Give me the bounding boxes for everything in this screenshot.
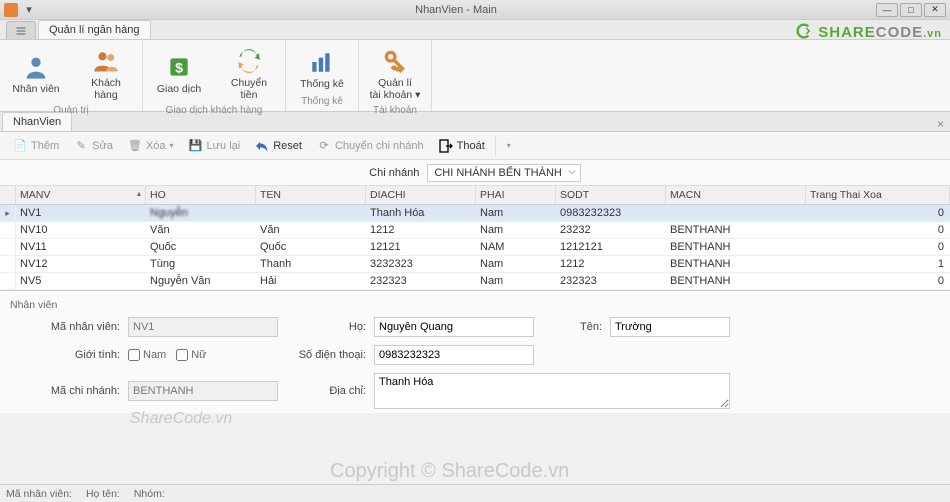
app-icon	[4, 3, 18, 17]
ribbon-group-thongke: Thống kê Thống kê	[286, 40, 359, 111]
branch-combo[interactable]: CHI NHÁNH BẾN THÀNH	[427, 164, 581, 182]
lbl-manv: Mã nhân viên:	[10, 321, 120, 333]
col-ten[interactable]: TEN	[256, 186, 366, 204]
svg-text:$: $	[175, 59, 183, 75]
add-icon: 📄	[12, 138, 28, 154]
chart-icon	[307, 47, 337, 77]
transfer-icon	[234, 46, 264, 76]
lbl-ten: Tên:	[542, 321, 602, 333]
status-hoten: Họ tên:	[86, 488, 120, 500]
ribbon-thongke[interactable]: Thống kê	[294, 44, 350, 94]
branch-label: Chi nhánh	[369, 167, 419, 179]
person-icon	[21, 52, 51, 82]
toolbar: 📄Thêm ✎Sửa 🗑Xóa▾ 💾Lưu lại Reset ⟳Chuyển …	[0, 132, 950, 160]
doc-tab-close[interactable]: ×	[937, 117, 944, 131]
file-tab[interactable]	[6, 21, 36, 39]
btn-thoat-drop[interactable]: ▾	[500, 138, 517, 153]
cb-nam-wrap[interactable]: Nam	[128, 349, 166, 361]
btn-chuyencn[interactable]: ⟳Chuyển chi nhánh	[310, 135, 430, 157]
exit-icon	[438, 138, 454, 154]
ribbon-tab-main[interactable]: Quản lí ngân hàng	[38, 20, 151, 39]
status-nhom: Nhóm:	[134, 488, 165, 500]
key-icon	[380, 46, 410, 76]
lbl-diachi: Địa chỉ:	[286, 385, 366, 397]
ribbon-group-taikhoan: Quản lí tài khoản ▾ Tài khoản	[359, 40, 432, 111]
grid-header: MANV HO TEN DIACHI PHAI SODT MACN Trang …	[0, 186, 950, 205]
ribbon-khachhang[interactable]: Khách hàng	[78, 44, 134, 103]
qat-dropdown[interactable]: ▾	[22, 3, 36, 17]
lbl-ho: Họ:	[286, 321, 366, 333]
field-manv[interactable]	[128, 317, 278, 337]
ribbon-qltaikhoan[interactable]: Quản lí tài khoản ▾	[367, 44, 423, 103]
table-row[interactable]: NV10VănVăn1212Nam23232BENTHANH0	[0, 222, 950, 239]
ribbon: Nhân viên Khách hàng Quản trị $ Giao dịc…	[0, 40, 950, 112]
col-ttx[interactable]: Trang Thai Xoa	[806, 186, 950, 204]
col-manv[interactable]: MANV	[16, 186, 146, 204]
ribbon-giaodich[interactable]: $ Giao dịch	[151, 44, 207, 103]
doc-tab-nhanvien[interactable]: NhanVien	[2, 112, 72, 131]
refresh-icon: ⟳	[316, 138, 332, 154]
field-diachi[interactable]	[374, 373, 730, 409]
cb-nam[interactable]	[128, 349, 140, 361]
ribbon-nhanvien[interactable]: Nhân viên	[8, 44, 64, 103]
titlebar: ▾ NhanVien - Main — □ ✕	[0, 0, 950, 20]
col-macn[interactable]: MACN	[666, 186, 806, 204]
window-title: NhanVien - Main	[36, 4, 876, 16]
detail-panel: Nhân viên Mã nhân viên: Họ: Tên: Giới tí…	[0, 291, 950, 413]
employee-grid[interactable]: MANV HO TEN DIACHI PHAI SODT MACN Trang …	[0, 186, 950, 291]
col-diachi[interactable]: DIACHI	[366, 186, 476, 204]
field-sdt[interactable]	[374, 345, 534, 365]
cb-nu[interactable]	[176, 349, 188, 361]
undo-icon	[254, 138, 270, 154]
table-row[interactable]: ▸NV1Nguyễn Thanh HóaNam09832323230	[0, 205, 950, 222]
people-icon	[91, 46, 121, 76]
row-indicator	[0, 239, 16, 255]
ribbon-group-giaodich: $ Giao dịch Chuyển tiền Giao dịch khách …	[143, 40, 286, 111]
btn-sua[interactable]: ✎Sửa	[67, 135, 119, 157]
lbl-sdt: Số điện thoại:	[286, 349, 366, 361]
toolbar-separator	[495, 136, 496, 156]
field-macn[interactable]	[128, 381, 278, 401]
table-row[interactable]: NV12TùngThanh3232323Nam1212BENTHANH1	[0, 256, 950, 273]
field-ten[interactable]	[610, 317, 730, 337]
money-icon: $	[164, 52, 194, 82]
maximize-button[interactable]: □	[900, 3, 922, 17]
save-icon: 💾	[188, 138, 204, 154]
btn-luu[interactable]: 💾Lưu lại	[182, 135, 247, 157]
btn-xoa[interactable]: 🗑Xóa▾	[121, 135, 180, 157]
field-ho[interactable]	[374, 317, 534, 337]
ribbon-chuyentien[interactable]: Chuyển tiền	[221, 44, 277, 103]
col-indicator	[0, 186, 16, 204]
ribbon-tabstrip: Quản lí ngân hàng	[0, 20, 950, 40]
row-indicator: ▸	[0, 205, 16, 221]
row-indicator	[0, 273, 16, 289]
document-tabs: NhanVien ×	[0, 112, 950, 132]
col-ho[interactable]: HO	[146, 186, 256, 204]
table-row[interactable]: NV11QuốcQuốc12121NAM1212121BENTHANH0	[0, 239, 950, 256]
col-sodt[interactable]: SODT	[556, 186, 666, 204]
watermark-large: Copyright © ShareCode.vn	[330, 460, 569, 483]
branch-filter-row: Chi nhánh CHI NHÁNH BẾN THÀNH	[0, 160, 950, 186]
minimize-button[interactable]: —	[876, 3, 898, 17]
delete-icon: 🗑	[127, 138, 143, 154]
status-manv: Mã nhân viên:	[6, 488, 72, 500]
ribbon-group-quantri: Nhân viên Khách hàng Quản trị	[0, 40, 143, 111]
lbl-macn: Mã chi nhánh:	[10, 385, 120, 397]
row-indicator	[0, 256, 16, 272]
edit-icon: ✎	[73, 138, 89, 154]
btn-them[interactable]: 📄Thêm	[6, 135, 65, 157]
cb-nu-wrap[interactable]: Nữ	[176, 349, 206, 361]
row-indicator	[0, 222, 16, 238]
lbl-gioitinh: Giới tính:	[10, 349, 120, 361]
detail-title: Nhân viên	[10, 297, 940, 317]
btn-thoat[interactable]: Thoát	[432, 135, 491, 157]
btn-reset[interactable]: Reset	[248, 135, 308, 157]
gender-group: Nam Nữ	[128, 349, 278, 361]
table-row[interactable]: NV5Nguyễn VănHải232323Nam232323BENTHANH0	[0, 273, 950, 290]
close-button[interactable]: ✕	[924, 3, 946, 17]
col-phai[interactable]: PHAI	[476, 186, 556, 204]
status-bar: Mã nhân viên: Họ tên: Nhóm:	[0, 484, 950, 502]
